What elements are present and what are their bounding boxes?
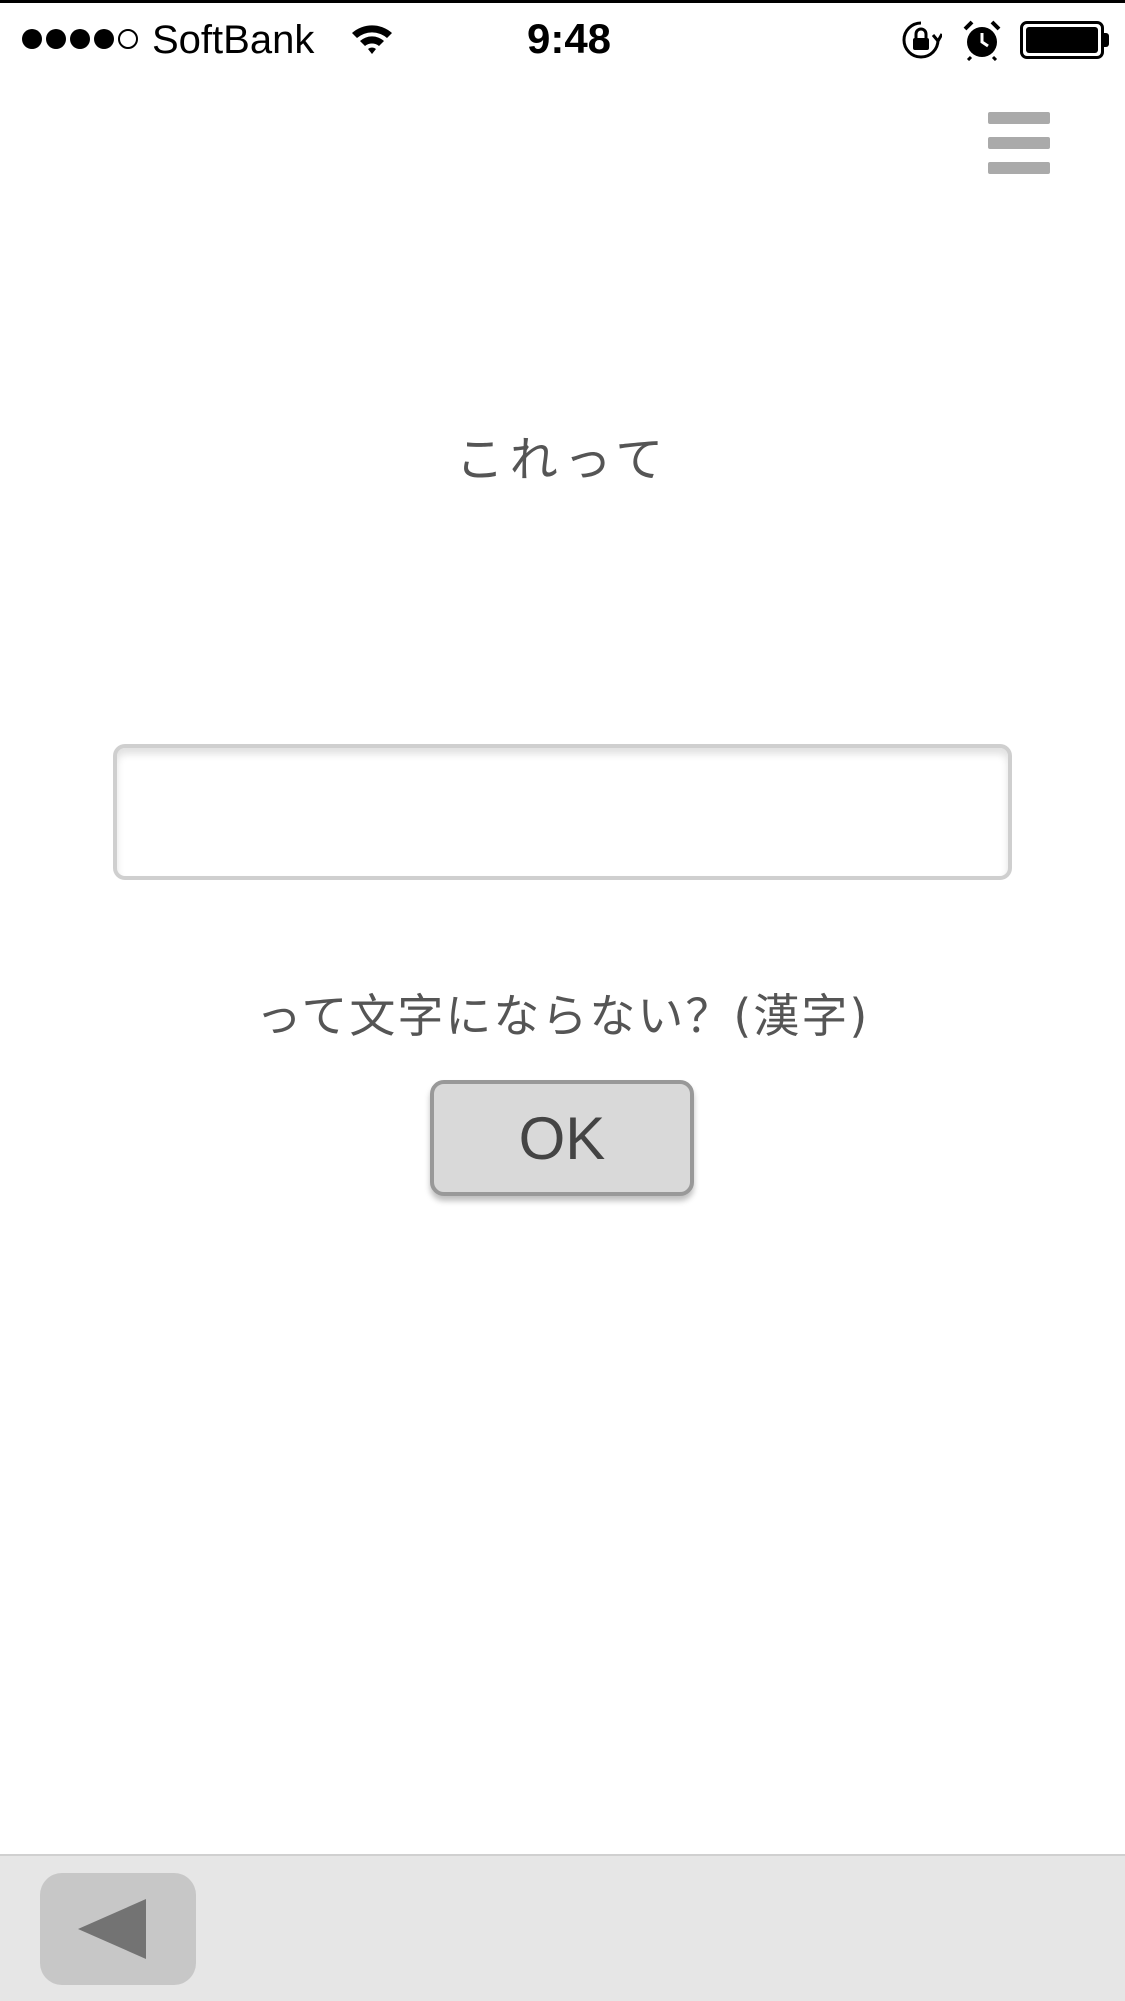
status-bar: SoftBank 9:48 [0,3,1125,73]
back-arrow-icon [78,1899,146,1959]
rotation-lock-icon [902,21,942,59]
status-time: 9:48 [526,15,612,62]
ok-button[interactable]: OK [430,1080,694,1196]
quiz-prompt-bottom: って文字にならない？(漢字) [255,989,870,1043]
back-button[interactable] [40,1873,196,1985]
alarm-icon [963,20,1001,61]
answer-input[interactable] [113,744,1012,880]
battery-level [1026,27,1098,53]
bottom-toolbar [0,1854,1125,2001]
battery-tip [1104,33,1109,47]
quiz-prompt-top: これって [455,432,670,488]
battery-icon [1020,21,1104,59]
hamburger-menu-icon[interactable] [982,108,1056,178]
